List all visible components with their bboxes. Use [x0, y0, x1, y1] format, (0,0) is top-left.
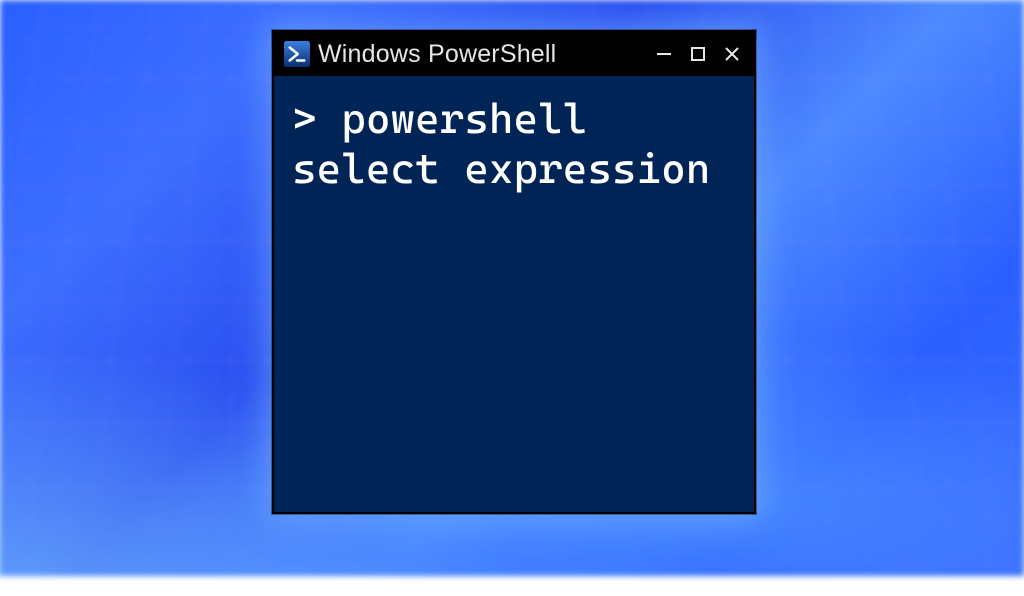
minimize-button[interactable]: [652, 38, 676, 70]
titlebar[interactable]: Windows PowerShell: [274, 32, 754, 76]
window-controls: [652, 38, 744, 70]
terminal-body[interactable]: > powershell select expression: [274, 76, 754, 512]
close-button[interactable]: [720, 38, 744, 70]
powershell-window[interactable]: Windows PowerShell > powershell select e…: [272, 30, 756, 514]
powershell-icon: [284, 41, 310, 67]
maximize-button[interactable]: [686, 38, 710, 70]
window-title: Windows PowerShell: [318, 40, 644, 69]
command-text: powershell select expression: [292, 94, 710, 193]
prompt-symbol: >: [292, 94, 317, 143]
